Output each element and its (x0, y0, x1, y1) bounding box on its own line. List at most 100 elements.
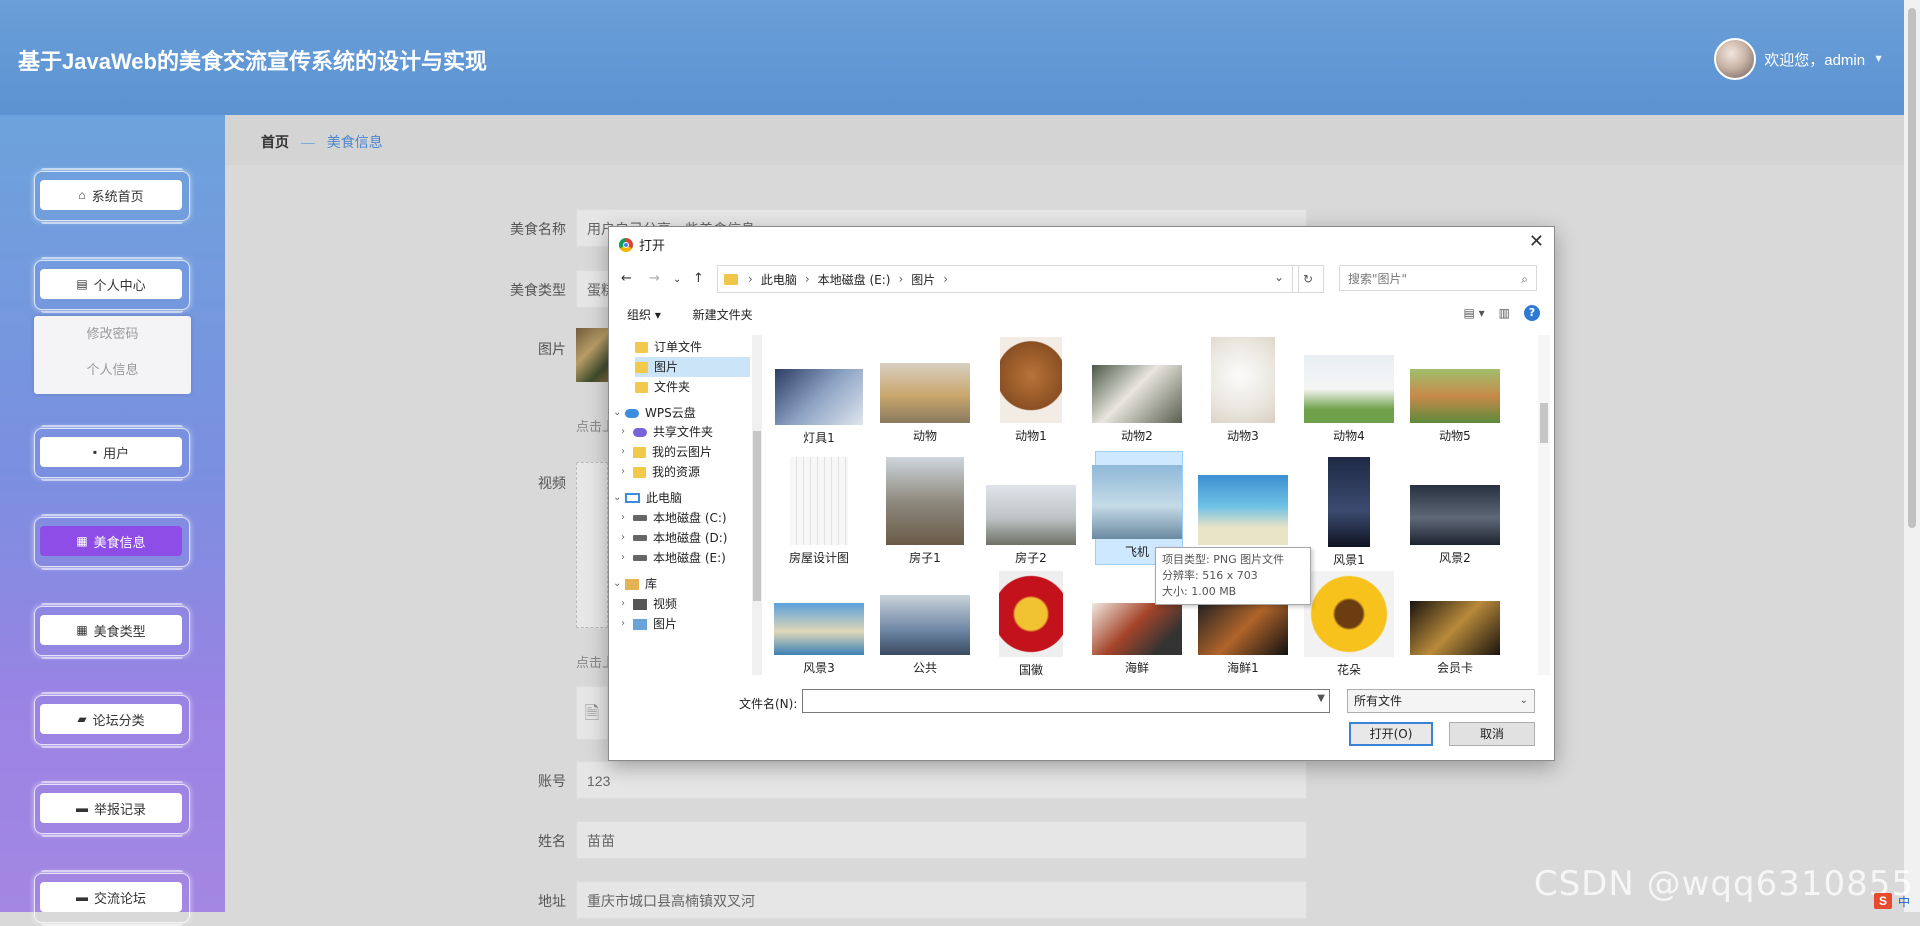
organize-menu[interactable]: 组织 ▾ (627, 308, 661, 322)
video-upload-area[interactable] (576, 462, 608, 628)
path-segment[interactable]: 本地磁盘 (E:) (818, 271, 891, 288)
search-icon[interactable]: ⌕ (1521, 266, 1528, 292)
new-folder-button[interactable]: 新建文件夹 (693, 308, 753, 322)
sidebar-item-forum[interactable]: ▬ 交流论坛 (34, 870, 190, 926)
tree-item[interactable]: › 我的资源 (621, 462, 700, 482)
sidebar-item-reports[interactable]: ▬ 举报记录 (34, 781, 190, 837)
chevron-down-icon[interactable]: ▼ (1317, 693, 1325, 704)
address-input[interactable]: 重庆市城口县高楠镇双叉河 (576, 881, 1307, 919)
tree-item[interactable]: ⌄ WPS云盘 (613, 403, 696, 423)
file-item[interactable]: 海鲜 (1087, 603, 1187, 676)
chevron-down-icon[interactable]: ⌄ (613, 403, 625, 423)
view-options-icon[interactable]: ▤ ▾ (1463, 306, 1484, 320)
folder-icon (724, 273, 738, 285)
file-item[interactable]: 动物3 (1193, 337, 1293, 444)
up-icon[interactable]: ↑ (693, 271, 704, 286)
file-item[interactable]: 风景1 (1299, 457, 1399, 568)
file-item[interactable]: 灯具1 (769, 369, 869, 446)
file-item-selected[interactable]: 飞机 (1087, 451, 1187, 565)
tree-item[interactable]: ⌄ 库 (613, 574, 657, 594)
language-indicator[interactable]: 中 (1898, 893, 1910, 910)
file-item[interactable]: 动物1 (981, 337, 1081, 444)
user-menu[interactable]: 欢迎您，admin ▼ (1714, 38, 1884, 80)
grid-scrollbar[interactable] (1538, 335, 1550, 675)
name-input[interactable]: 苗苗 (576, 821, 1307, 859)
tree-scrollbar[interactable] (752, 335, 762, 675)
ime-tray: S 中 (1873, 893, 1910, 910)
preview-pane-icon[interactable]: ▥ (1499, 306, 1510, 320)
chevron-right-icon[interactable]: › (621, 442, 633, 462)
video-label: 视频 (538, 475, 566, 491)
file-item[interactable]: 风景2 (1405, 485, 1505, 566)
forward-icon[interactable]: → (649, 271, 660, 286)
search-input[interactable]: 搜索"图片" ⌕ (1339, 265, 1537, 291)
file-item[interactable]: 动物5 (1405, 369, 1505, 444)
breadcrumb-home[interactable]: 首页 (261, 134, 289, 150)
sogou-ime-icon[interactable]: S (1873, 893, 1892, 909)
sidebar-item-forum-category[interactable]: ▰ 论坛分类 (34, 692, 190, 748)
tree-item[interactable]: 文件夹 (635, 377, 690, 397)
filename-input[interactable]: ▼ (802, 689, 1330, 713)
tree-item[interactable]: › 本地磁盘 (E:) (621, 548, 726, 568)
tree-item[interactable]: › 图片 (621, 614, 677, 634)
file-item[interactable]: 动物 (875, 363, 975, 444)
file-icon[interactable]: 🗎 (576, 686, 608, 740)
chevron-right-icon[interactable]: › (621, 462, 633, 482)
sidebar-item-food-type[interactable]: ▦ 美食类型 (34, 603, 190, 659)
back-icon[interactable]: ← (621, 271, 632, 286)
file-item[interactable]: 公共 (875, 595, 975, 676)
chevron-down-icon[interactable]: ⌄ (1520, 690, 1528, 712)
filetype-select[interactable]: 所有文件 ⌄ (1347, 689, 1535, 713)
file-item[interactable]: 国徽 (981, 571, 1081, 677)
tree-item[interactable]: › 本地磁盘 (D:) (621, 528, 727, 548)
path-segment[interactable]: 此电脑 (761, 271, 797, 288)
tree-item[interactable]: 图片 (635, 357, 750, 377)
recent-dropdown-icon[interactable]: ⌄ (673, 274, 681, 285)
chevron-down-icon[interactable]: ⌄ (1274, 270, 1284, 284)
folder-icon (635, 361, 648, 373)
file-item[interactable]: 花朵 (1299, 571, 1399, 677)
tree-item[interactable]: › 本地磁盘 (C:) (621, 508, 727, 528)
submenu-change-password[interactable]: 修改密码 (34, 316, 191, 352)
submenu-personal-info[interactable]: 个人信息 (34, 352, 191, 388)
address-bar[interactable]: › 此电脑 › 本地磁盘 (E:) › 图片 › ⌄ (717, 265, 1299, 293)
avatar[interactable] (1714, 38, 1757, 80)
chevron-right-icon[interactable]: › (621, 508, 633, 528)
food-name-label: 美食名称 (510, 221, 566, 237)
sidebar-item-users[interactable]: ▪ 用户 (34, 425, 190, 481)
close-icon[interactable]: ✕ (1529, 231, 1544, 252)
path-segment[interactable]: 图片 (911, 271, 935, 288)
tree-item[interactable]: ⌄ 此电脑 (613, 488, 682, 508)
chevron-down-icon[interactable]: ⌄ (613, 488, 625, 508)
file-item[interactable]: 海鲜1 (1193, 603, 1293, 676)
sidebar-item-food-info[interactable]: ▦ 美食信息 (34, 514, 190, 570)
refresh-icon[interactable]: ↻ (1292, 265, 1324, 293)
page-scrollbar[interactable] (1904, 0, 1920, 912)
food-image-thumbnail[interactable] (576, 328, 612, 382)
welcome-text: 欢迎您，admin (1764, 51, 1866, 69)
chevron-right-icon[interactable]: › (621, 422, 633, 442)
chevron-right-icon[interactable]: › (621, 614, 633, 634)
tree-item[interactable]: › 我的云图片 (621, 442, 712, 462)
file-item[interactable]: 会员卡 (1405, 601, 1505, 676)
help-icon[interactable]: ? (1524, 305, 1540, 321)
tree-item[interactable]: › 视频 (621, 594, 677, 614)
chevron-right-icon[interactable]: › (621, 548, 633, 568)
file-item[interactable]: 动物4 (1299, 355, 1399, 444)
account-input[interactable]: 123 (576, 761, 1307, 799)
chevron-down-icon[interactable]: ▼ (1873, 53, 1884, 65)
open-button[interactable]: 打开(O) (1349, 722, 1433, 746)
cancel-button[interactable]: 取消 (1449, 722, 1535, 746)
sidebar-item-profile[interactable]: ▤ 个人中心 (34, 257, 190, 313)
file-item[interactable]: 房子1 (875, 457, 975, 566)
tree-item[interactable]: 订单文件 (635, 337, 702, 357)
file-item[interactable]: 动物2 (1087, 365, 1187, 444)
chevron-down-icon[interactable]: ⌄ (613, 574, 625, 594)
file-item[interactable]: 房屋设计图 (769, 457, 869, 566)
file-item[interactable]: 风景3 (769, 603, 869, 676)
tree-item[interactable]: › 共享文件夹 (621, 422, 713, 442)
file-item[interactable]: 房子2 (981, 485, 1081, 566)
chevron-right-icon[interactable]: › (621, 528, 633, 548)
chevron-right-icon[interactable]: › (621, 594, 633, 614)
sidebar-item-home[interactable]: ⌂ 系统首页 (34, 168, 190, 224)
